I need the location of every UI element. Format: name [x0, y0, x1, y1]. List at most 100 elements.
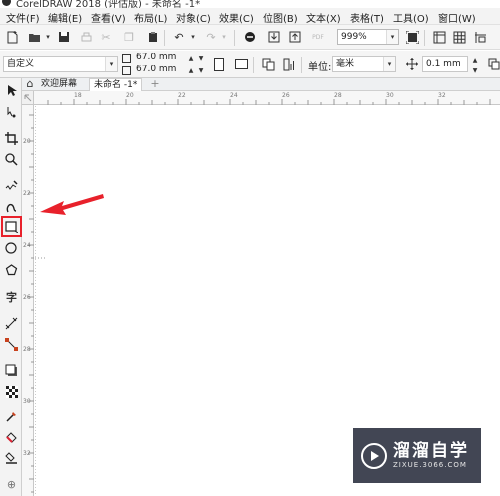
- current-page-icon[interactable]: [281, 56, 297, 72]
- export-icon[interactable]: [287, 29, 303, 45]
- shape-tool-icon[interactable]: [3, 104, 20, 121]
- play-logo-icon: [361, 442, 387, 469]
- new-document-icon[interactable]: [4, 29, 20, 45]
- ruler-v-label: 22: [23, 190, 31, 197]
- ruler-v-label: 26: [23, 294, 31, 301]
- ruler-h-label: 22: [178, 92, 186, 99]
- nudge-distance-field[interactable]: 0.1 mm: [422, 56, 468, 72]
- zoom-level-field[interactable]: 999% ▾: [337, 29, 399, 45]
- width-spin-up-icon[interactable]: ▲: [186, 53, 196, 63]
- watermark-brand-name: 溜溜自学: [393, 441, 469, 461]
- ruler-h-label: 26: [282, 92, 290, 99]
- width-icon: [121, 52, 131, 64]
- page-height-field[interactable]: 67.0 mm: [133, 65, 185, 76]
- duplicate-distance-icon[interactable]: [486, 56, 500, 72]
- ruler-v-label: 20: [23, 138, 31, 145]
- undo-dropdown-chevron-icon[interactable]: ▾: [185, 29, 201, 45]
- polygon-tool-icon[interactable]: [3, 262, 20, 279]
- search-content-icon[interactable]: [242, 29, 258, 45]
- copy-icon[interactable]: ❐: [121, 29, 137, 45]
- zoom-dropdown-chevron-icon[interactable]: ▾: [386, 30, 398, 44]
- menu-text[interactable]: 文本(X): [306, 10, 341, 25]
- all-pages-icon[interactable]: [260, 56, 276, 72]
- toolbar-separator: [301, 57, 302, 73]
- cut-icon[interactable]: ✂: [98, 29, 114, 45]
- watermark-url: ZIXUE.3066.COM: [393, 461, 467, 469]
- menu-layout[interactable]: 布局(L): [134, 10, 167, 25]
- new-tab-plus-icon[interactable]: +: [148, 76, 162, 90]
- connector-tool-icon[interactable]: [3, 336, 20, 353]
- ruler-v-label: 24: [23, 242, 31, 249]
- redo-dropdown-chevron-icon[interactable]: ▾: [216, 29, 232, 45]
- width-spin-down-icon[interactable]: ▼: [196, 53, 206, 63]
- tab-welcome-screen[interactable]: 欢迎屏幕: [37, 78, 81, 91]
- height-spin-up-icon[interactable]: ▲: [186, 65, 196, 75]
- red-pointer-arrow: [40, 194, 104, 215]
- units-label: 单位:: [308, 62, 332, 73]
- drop-shadow-tool-icon[interactable]: [3, 362, 20, 379]
- zoom-level-value: 999%: [341, 32, 367, 42]
- window-title: CorelDRAW 2018 (评估版) - 未命名 -1*: [16, 0, 201, 8]
- units-chevron-icon[interactable]: ▾: [383, 57, 395, 71]
- save-icon[interactable]: [56, 29, 72, 45]
- page-width-field[interactable]: 67.0 mm: [133, 53, 185, 64]
- menu-bitmaps[interactable]: 位图(B): [263, 10, 298, 25]
- ruler-h-label: 32: [438, 92, 446, 99]
- page-height-value: 67.0 mm: [136, 65, 177, 74]
- publish-pdf-icon[interactable]: PDF: [310, 29, 326, 45]
- ruler-v-label: 30: [23, 398, 31, 405]
- portrait-orientation-icon[interactable]: [211, 56, 227, 72]
- menu-effects[interactable]: 效果(C): [219, 10, 254, 25]
- interactive-fill-tool-icon[interactable]: [3, 429, 20, 446]
- toolbar-separator: [424, 30, 425, 46]
- landscape-orientation-icon[interactable]: [233, 56, 249, 72]
- menu-object[interactable]: 对象(C): [176, 10, 211, 25]
- home-icon[interactable]: ⌂: [23, 76, 37, 90]
- paste-icon[interactable]: [145, 29, 161, 45]
- page-width-value: 67.0 mm: [136, 53, 177, 62]
- open-dropdown-chevron-icon[interactable]: ▾: [40, 29, 56, 45]
- pick-tool-icon[interactable]: [3, 82, 20, 99]
- vertical-ruler[interactable]: 20 22 24 26 28 30 32: [22, 105, 34, 496]
- smart-fill-tool-icon[interactable]: [3, 449, 20, 466]
- import-icon[interactable]: [266, 29, 282, 45]
- page-size-chevron-icon[interactable]: ▾: [105, 57, 117, 71]
- units-dropdown[interactable]: 毫米 ▾: [332, 56, 396, 72]
- menu-tools[interactable]: 工具(O): [393, 10, 429, 25]
- page-size-preset-dropdown[interactable]: 自定义 ▾: [3, 56, 118, 72]
- show-grid-icon[interactable]: [451, 29, 467, 45]
- artistic-media-tool-icon[interactable]: [3, 198, 20, 215]
- horizontal-ruler[interactable]: 18 20 22 24 26 28 30 32: [22, 91, 500, 105]
- zoom-tool-icon[interactable]: [3, 151, 20, 168]
- ruler-origin-corner[interactable]: [22, 91, 34, 105]
- freehand-tool-icon[interactable]: [3, 177, 20, 194]
- menu-window[interactable]: 窗口(W): [438, 10, 476, 25]
- ruler-h-label: 28: [334, 92, 342, 99]
- menu-edit[interactable]: 编辑(E): [48, 10, 82, 25]
- nudge-spin-down-icon[interactable]: ▼: [470, 65, 480, 75]
- print-icon[interactable]: [78, 29, 94, 45]
- tab-untitled-1[interactable]: 未命名 -1*: [89, 78, 143, 91]
- menu-view[interactable]: 查看(V): [91, 10, 126, 25]
- height-icon: [121, 64, 131, 76]
- add-tool-icon[interactable]: ⊕: [3, 476, 20, 493]
- ruler-h-label: 20: [126, 92, 134, 99]
- ruler-v-label: 32: [23, 450, 31, 457]
- nudge-spin-up-icon[interactable]: ▲: [470, 55, 480, 65]
- height-spin-down-icon[interactable]: ▼: [196, 65, 206, 75]
- coreldraw-app-icon: [2, 0, 11, 6]
- text-tool-icon[interactable]: 字: [3, 288, 20, 305]
- full-screen-preview-icon[interactable]: [404, 29, 420, 45]
- page-size-preset-value: 自定义: [7, 59, 35, 69]
- show-guidelines-icon[interactable]: [472, 29, 488, 45]
- parallel-dimension-tool-icon[interactable]: [3, 315, 20, 332]
- show-rulers-icon[interactable]: [431, 29, 447, 45]
- ellipse-tool-icon[interactable]: [3, 240, 20, 257]
- menu-file[interactable]: 文件(F): [6, 10, 40, 25]
- property-bar: 自定义 ▾ 67.0 mm 67.0 mm ▲ ▼ ▲ ▼ 单位: 毫米 ▾ 0…: [0, 51, 500, 78]
- eyedropper-tool-icon[interactable]: [3, 408, 20, 425]
- watermark-badge: 溜溜自学 ZIXUE.3066.COM: [353, 428, 481, 483]
- crop-tool-icon[interactable]: [3, 130, 20, 147]
- transparency-tool-icon[interactable]: [3, 383, 20, 400]
- menu-table[interactable]: 表格(T): [350, 10, 384, 25]
